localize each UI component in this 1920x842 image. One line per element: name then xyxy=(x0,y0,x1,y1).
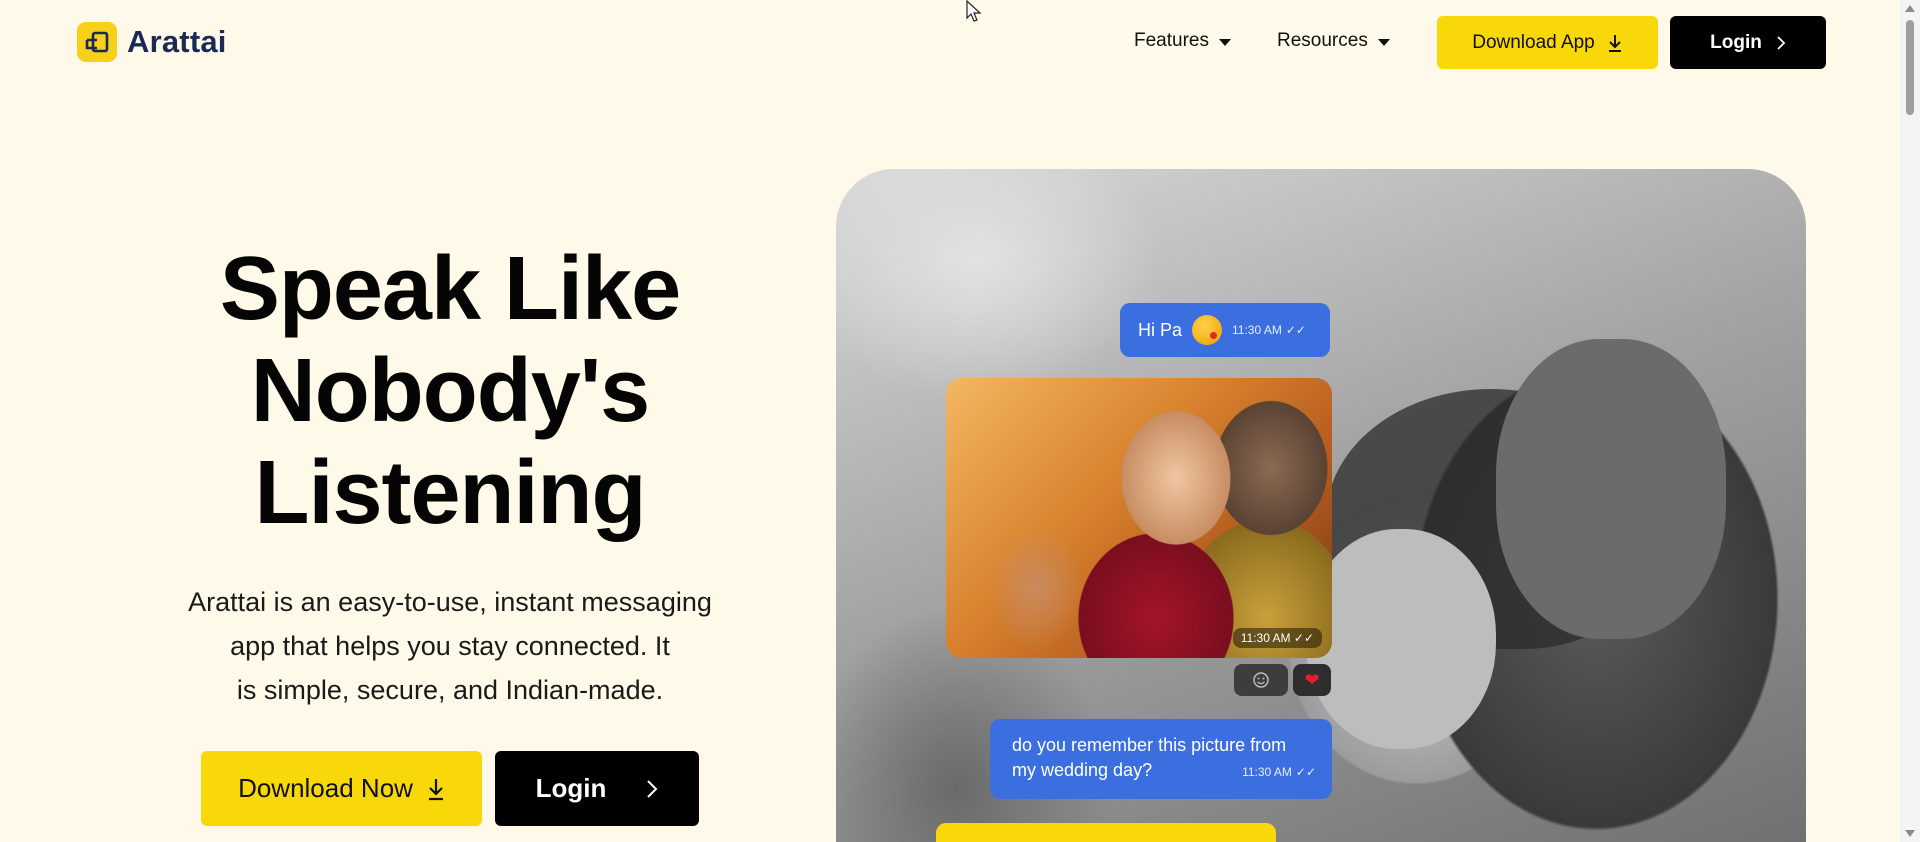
double-check-icon: ✓✓ xyxy=(1285,323,1306,337)
message-time: 11:30 AM xyxy=(1232,323,1282,337)
chevron-right-icon xyxy=(647,779,658,798)
message-meta: 11:30 AM ✓✓ xyxy=(1232,323,1306,337)
nav-features-label: Features xyxy=(1134,30,1209,51)
hero-description: Arattai is an easy-to-use, instant messa… xyxy=(150,580,750,712)
chat-bubble-hi: Hi Pa 11:30 AM ✓✓ xyxy=(1120,303,1330,357)
download-now-label: Download Now xyxy=(238,773,413,803)
chevron-right-icon xyxy=(1777,35,1786,50)
hero-title-line: Nobody's xyxy=(250,341,650,441)
double-check-icon: ✓✓ xyxy=(1293,631,1314,645)
top-nav: Arattai Features Resources Download App … xyxy=(0,0,1900,85)
message-meta: 11:30 AM ✓✓ xyxy=(1242,760,1316,785)
page-scrollbar[interactable] xyxy=(1900,0,1920,842)
login-button-header[interactable]: Login xyxy=(1670,16,1826,69)
nav-features[interactable]: Features xyxy=(1134,30,1231,52)
logo-icon xyxy=(77,22,117,62)
message-time: 11:30 AM xyxy=(1242,765,1292,779)
mouse-cursor-icon xyxy=(966,0,982,22)
brand-name: Arattai xyxy=(127,24,227,59)
photo-time: 11:30 AM ✓✓ xyxy=(1232,628,1322,648)
add-reaction-icon[interactable] xyxy=(1234,664,1288,696)
hero-title: Speak Like Nobody's Listening xyxy=(150,238,750,544)
login-button-hero[interactable]: Login xyxy=(495,751,699,826)
kiss-emoji-icon xyxy=(1192,315,1223,345)
scrollbar-thumb[interactable] xyxy=(1906,20,1914,115)
download-now-button[interactable]: Download Now xyxy=(201,751,482,826)
scroll-down-icon[interactable] xyxy=(1905,830,1915,837)
hero-description-line: is simple, secure, and Indian-made. xyxy=(236,675,664,705)
hero-title-line: Listening xyxy=(254,443,647,543)
download-app-label: Download App xyxy=(1472,31,1595,53)
chat-bubble-question: do you remember this picture from my wed… xyxy=(990,719,1332,799)
photo-shape xyxy=(1496,339,1726,639)
download-app-button[interactable]: Download App xyxy=(1437,16,1658,69)
photo-shape xyxy=(1306,529,1496,749)
chat-message-line: do you remember this picture from xyxy=(1012,735,1287,755)
hero-title-line: Speak Like xyxy=(219,239,681,339)
chat-message-text: Hi Pa xyxy=(1138,319,1183,340)
nav-resources[interactable]: Resources xyxy=(1277,30,1390,52)
heart-icon[interactable]: ❤ xyxy=(1293,664,1331,696)
logo[interactable]: Arattai xyxy=(77,22,227,62)
download-icon xyxy=(428,778,443,800)
scroll-up-icon[interactable] xyxy=(1905,5,1915,12)
chat-photo-message[interactable]: 11:30 AM ✓✓ xyxy=(946,378,1332,658)
login-label: Login xyxy=(1710,31,1762,53)
nav-resources-label: Resources xyxy=(1277,30,1368,51)
message-time: 11:30 AM xyxy=(1240,631,1291,645)
hero-description-line: Arattai is an easy-to-use, instant messa… xyxy=(188,587,712,617)
hero-description-line: app that helps you stay connected. It xyxy=(230,631,670,661)
chat-bubble-reply xyxy=(936,823,1276,842)
chevron-down-icon xyxy=(1218,38,1231,46)
chevron-down-icon xyxy=(1377,38,1390,46)
double-check-icon: ✓✓ xyxy=(1295,765,1316,779)
download-icon xyxy=(1608,34,1621,52)
login-label: Login xyxy=(535,773,607,803)
